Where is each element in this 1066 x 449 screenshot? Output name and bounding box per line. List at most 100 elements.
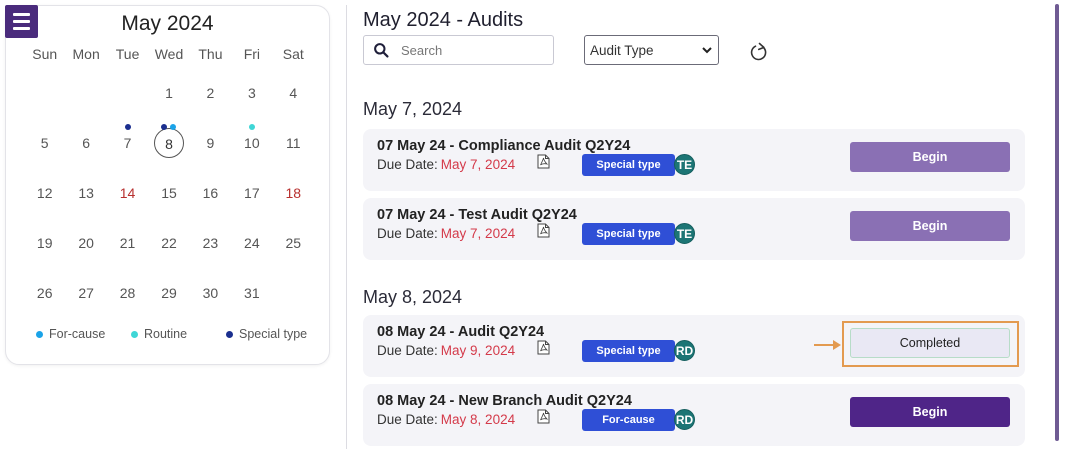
audit-title: 08 May 24 - New Branch Audit Q2Y24 <box>377 393 632 409</box>
begin-button[interactable]: Begin <box>850 211 1010 241</box>
group-date-header: May 7, 2024 <box>363 99 463 119</box>
pdf-icon[interactable] <box>537 154 550 169</box>
search-box[interactable] <box>363 35 554 65</box>
calendar-day-number: 7 <box>123 135 132 151</box>
calendar-grid: Sun Mon Tue Wed Thu Fri Sat 1 2 3 4 5 6 7 8 9 10 11 12 13 14… <box>24 40 314 318</box>
calendar-day[interactable]: 24 <box>231 218 272 268</box>
calendar-day[interactable]: 26 <box>24 268 65 318</box>
weekday-header: Mon <box>72 46 100 62</box>
legend-dot <box>131 330 138 338</box>
calendar-day[interactable]: 29 <box>148 268 189 318</box>
calendar-day[interactable]: 23 <box>190 218 231 268</box>
refresh-icon[interactable] <box>748 41 770 63</box>
legend-label: Routine <box>144 327 188 341</box>
menu-button[interactable] <box>5 5 38 38</box>
calendar-day[interactable]: 15 <box>148 168 189 218</box>
calendar-day[interactable]: 22 <box>148 218 189 268</box>
calendar-day[interactable]: 7 <box>107 118 148 168</box>
calendar-day-number: 4 <box>289 85 298 101</box>
calendar-day[interactable]: 13 <box>65 168 106 218</box>
calendar-day[interactable]: 9 <box>190 118 231 168</box>
calendar-day[interactable]: 28 <box>107 268 148 318</box>
calendar-day[interactable]: 2 <box>190 68 231 118</box>
menu-icon-bar <box>13 27 30 30</box>
calendar-day-number: 27 <box>78 285 94 301</box>
calendar-day[interactable]: 20 <box>65 218 106 268</box>
event-dots <box>107 124 148 130</box>
calendar-day-number: 1 <box>165 85 173 101</box>
pdf-icon[interactable] <box>537 409 550 424</box>
event-dots <box>148 124 189 130</box>
page-title: May 2024 - Audits <box>363 9 524 31</box>
calendar-day-number: 12 <box>36 185 53 201</box>
scrollbar[interactable] <box>1055 4 1059 441</box>
pdf-icon[interactable] <box>537 340 550 355</box>
search-input[interactable] <box>401 42 551 58</box>
calendar-day-number: 15 <box>161 185 177 201</box>
legend-item-special: Special type <box>226 327 307 341</box>
audit-title: 07 May 24 - Compliance Audit Q2Y24 <box>377 138 631 154</box>
calendar-day[interactable]: 25 <box>273 218 314 268</box>
calendar-day[interactable]: 5 <box>24 118 65 168</box>
calendar-day-number: 24 <box>244 235 260 251</box>
audit-type-badge: Special type <box>582 223 675 245</box>
due-date: Due Date: May 7, 2024 <box>377 157 515 172</box>
calendar-day[interactable]: 31 <box>231 268 272 318</box>
legend-item-for-cause: For-cause <box>36 327 105 341</box>
calendar-day[interactable]: 3 <box>231 68 272 118</box>
calendar-day[interactable]: 18 <box>273 168 314 218</box>
begin-button[interactable]: Begin <box>850 142 1010 172</box>
calendar-day[interactable]: 8 <box>148 118 189 168</box>
group-date-header: May 8, 2024 <box>363 287 463 307</box>
calendar-day[interactable]: 16 <box>190 168 231 218</box>
audit-type-select[interactable]: Audit Type <box>584 35 719 65</box>
due-date-value: May 9, 2024 <box>440 343 516 358</box>
calendar-day-number: 17 <box>244 185 260 201</box>
calendar-day-number: 25 <box>285 235 302 251</box>
menu-icon-bar <box>13 20 30 23</box>
calendar-day-number: 8 <box>153 128 184 158</box>
calendar-day[interactable]: 10 <box>231 118 272 168</box>
chevron-down-icon <box>702 47 712 54</box>
calendar-day[interactable]: 19 <box>24 218 65 268</box>
search-icon <box>374 42 389 58</box>
calendar-day[interactable]: 17 <box>231 168 272 218</box>
calendar-day[interactable]: 6 <box>65 118 106 168</box>
calendar-day-number: 10 <box>244 135 260 151</box>
calendar-day[interactable]: 11 <box>273 118 314 168</box>
calendar-day[interactable]: 21 <box>107 218 148 268</box>
due-date-value: May 7, 2024 <box>440 157 516 172</box>
event-dots <box>231 124 272 130</box>
pdf-icon[interactable] <box>537 223 550 238</box>
calendar-day[interactable]: 12 <box>24 168 65 218</box>
calendar-day[interactable]: 4 <box>273 68 314 118</box>
due-date: Due Date: May 8, 2024 <box>377 412 515 427</box>
event-dot-for-cause <box>170 124 177 130</box>
calendar-day[interactable]: 30 <box>190 268 231 318</box>
avatar: TE <box>674 223 695 244</box>
calendar-day[interactable]: 14 <box>107 168 148 218</box>
audit-card[interactable]: 07 May 24 - Test Audit Q2Y24 Due Date: Ma… <box>363 198 1025 260</box>
legend-label: For-cause <box>49 327 106 341</box>
calendar-day[interactable]: 1 <box>148 68 189 118</box>
audit-card[interactable]: 07 May 24 - Compliance Audit Q2Y24 Due D… <box>363 129 1025 191</box>
calendar-day-number: 30 <box>202 285 219 301</box>
avatar: RD <box>674 340 695 361</box>
calendar-day-number: 22 <box>161 235 177 251</box>
begin-button[interactable]: Begin <box>850 397 1010 427</box>
due-date-value: May 8, 2024 <box>440 412 516 427</box>
calendar-day[interactable]: 27 <box>65 268 106 318</box>
audit-card[interactable]: 08 May 24 - New Branch Audit Q2Y24 Due D… <box>363 384 1025 446</box>
avatar: RD <box>674 409 695 430</box>
calendar-title: May 2024 <box>121 12 214 35</box>
calendar-day-number: 5 <box>40 135 49 151</box>
calendar-blank-cell <box>65 68 106 118</box>
due-date-label: Due Date: <box>377 343 438 358</box>
calendar-day-number: 3 <box>247 85 256 101</box>
due-date: Due Date: May 9, 2024 <box>377 343 515 358</box>
calendar-day-number: 31 <box>244 285 260 301</box>
weekday-header: Wed <box>154 46 184 62</box>
legend-dot <box>226 330 233 338</box>
audit-type-value: Audit Type <box>590 42 654 58</box>
due-date-label: Due Date: <box>377 412 438 427</box>
